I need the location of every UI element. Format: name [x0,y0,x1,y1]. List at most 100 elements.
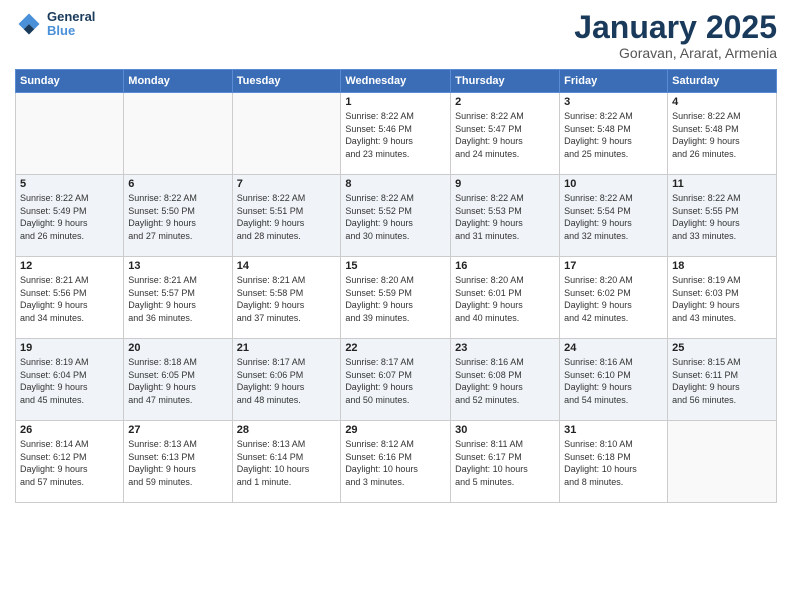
week-row-2: 5 Sunrise: 8:22 AM Sunset: 5:49 PM Daylig… [16,175,777,257]
week-row-5: 26 Sunrise: 8:14 AM Sunset: 6:12 PM Dayli… [16,421,777,503]
day-info: Sunrise: 8:22 AM Sunset: 5:49 PM Dayligh… [20,192,119,242]
title-block: January 2025 Goravan, Ararat, Armenia [574,10,777,61]
day-info: Sunrise: 8:20 AM Sunset: 5:59 PM Dayligh… [345,274,446,324]
day-info: Sunrise: 8:22 AM Sunset: 5:51 PM Dayligh… [237,192,337,242]
day-number: 6 [128,178,227,190]
weekday-saturday: Saturday [668,70,777,93]
day-number: 26 [20,424,119,436]
day-cell: 16Sunrise: 8:20 AM Sunset: 6:01 PM Dayli… [451,257,560,339]
weekday-sunday: Sunday [16,70,124,93]
day-cell: 1 Sunrise: 8:22 AM Sunset: 5:46 PM Daylig… [341,93,451,175]
day-number: 20 [128,342,227,354]
day-cell: 24 Sunrise: 8:16 AM Sunset: 6:10 PM Dayli… [560,339,668,421]
day-number: 9 [455,178,555,190]
logo: General Blue [15,10,95,39]
day-info: Sunrise: 8:15 AM Sunset: 6:11 PM Dayligh… [672,356,772,406]
day-number: 2 [455,96,555,108]
day-cell: 18 Sunrise: 8:19 AM Sunset: 6:03 PM Dayli… [668,257,777,339]
day-cell: 5 Sunrise: 8:22 AM Sunset: 5:49 PM Daylig… [16,175,124,257]
day-info: Sunrise: 8:22 AM Sunset: 5:55 PM Dayligh… [672,192,772,242]
day-number: 18 [672,260,772,272]
day-cell [16,93,124,175]
day-cell: 10 Sunrise: 8:22 AM Sunset: 5:54 PM Dayli… [560,175,668,257]
day-cell: 27 Sunrise: 8:13 AM Sunset: 6:13 PM Dayli… [124,421,232,503]
day-cell: 7 Sunrise: 8:22 AM Sunset: 5:51 PM Daylig… [232,175,341,257]
day-cell: 28 Sunrise: 8:13 AM Sunset: 6:14 PM Dayli… [232,421,341,503]
day-info: Sunrise: 8:13 AM Sunset: 6:13 PM Dayligh… [128,438,227,488]
day-cell: 25 Sunrise: 8:15 AM Sunset: 6:11 PM Dayli… [668,339,777,421]
day-cell: 21 Sunrise: 8:17 AM Sunset: 6:06 PM Dayli… [232,339,341,421]
day-info: Sunrise: 8:21 AM Sunset: 5:57 PM Dayligh… [128,274,227,324]
week-row-3: 12 Sunrise: 8:21 AM Sunset: 5:56 PM Dayli… [16,257,777,339]
day-cell: 30Sunrise: 8:11 AM Sunset: 6:17 PM Dayli… [451,421,560,503]
day-number: 22 [345,342,446,354]
day-number: 15 [345,260,446,272]
week-row-1: 1 Sunrise: 8:22 AM Sunset: 5:46 PM Daylig… [16,93,777,175]
day-cell: 9Sunrise: 8:22 AM Sunset: 5:53 PM Daylig… [451,175,560,257]
day-number: 28 [237,424,337,436]
day-number: 14 [237,260,337,272]
day-info: Sunrise: 8:17 AM Sunset: 6:06 PM Dayligh… [237,356,337,406]
day-number: 7 [237,178,337,190]
weekday-thursday: Thursday [451,70,560,93]
day-info: Sunrise: 8:22 AM Sunset: 5:54 PM Dayligh… [564,192,663,242]
logo-text: General Blue [47,10,95,39]
day-info: Sunrise: 8:22 AM Sunset: 5:52 PM Dayligh… [345,192,446,242]
day-info: Sunrise: 8:19 AM Sunset: 6:03 PM Dayligh… [672,274,772,324]
weekday-monday: Monday [124,70,232,93]
day-info: Sunrise: 8:21 AM Sunset: 5:58 PM Dayligh… [237,274,337,324]
logo-icon [15,10,43,38]
day-cell: 2 Sunrise: 8:22 AM Sunset: 5:47 PM Daylig… [451,93,560,175]
day-number: 17 [564,260,663,272]
day-cell: 13 Sunrise: 8:21 AM Sunset: 5:57 PM Dayli… [124,257,232,339]
day-info: Sunrise: 8:22 AM Sunset: 5:46 PM Dayligh… [345,110,446,160]
day-number: 12 [20,260,119,272]
calendar: SundayMondayTuesdayWednesdayThursdayFrid… [15,69,777,503]
day-number: 13 [128,260,227,272]
day-number: 1 [345,96,446,108]
day-info: Sunrise: 8:16 AM Sunset: 6:10 PM Dayligh… [564,356,663,406]
day-number: 5 [20,178,119,190]
weekday-header-row: SundayMondayTuesdayWednesdayThursdayFrid… [16,70,777,93]
day-cell: 29Sunrise: 8:12 AM Sunset: 6:16 PM Dayli… [341,421,451,503]
day-info: Sunrise: 8:10 AM Sunset: 6:18 PM Dayligh… [564,438,663,488]
day-number: 23 [455,342,555,354]
day-cell: 17Sunrise: 8:20 AM Sunset: 6:02 PM Dayli… [560,257,668,339]
day-cell: 22 Sunrise: 8:17 AM Sunset: 6:07 PM Dayli… [341,339,451,421]
day-cell: 11 Sunrise: 8:22 AM Sunset: 5:55 PM Dayli… [668,175,777,257]
day-info: Sunrise: 8:22 AM Sunset: 5:50 PM Dayligh… [128,192,227,242]
month-title: January 2025 [574,10,777,45]
day-cell: 3 Sunrise: 8:22 AM Sunset: 5:48 PM Daylig… [560,93,668,175]
day-info: Sunrise: 8:18 AM Sunset: 6:05 PM Dayligh… [128,356,227,406]
day-cell [668,421,777,503]
day-number: 30 [455,424,555,436]
day-number: 24 [564,342,663,354]
day-info: Sunrise: 8:13 AM Sunset: 6:14 PM Dayligh… [237,438,337,488]
weekday-friday: Friday [560,70,668,93]
day-number: 21 [237,342,337,354]
day-number: 10 [564,178,663,190]
day-info: Sunrise: 8:22 AM Sunset: 5:48 PM Dayligh… [672,110,772,160]
day-cell: 14 Sunrise: 8:21 AM Sunset: 5:58 PM Dayli… [232,257,341,339]
day-info: Sunrise: 8:17 AM Sunset: 6:07 PM Dayligh… [345,356,446,406]
day-number: 16 [455,260,555,272]
day-number: 27 [128,424,227,436]
day-cell: 4Sunrise: 8:22 AM Sunset: 5:48 PM Daylig… [668,93,777,175]
header: General Blue January 2025 Goravan, Arara… [15,10,777,61]
weekday-wednesday: Wednesday [341,70,451,93]
day-number: 31 [564,424,663,436]
day-cell [232,93,341,175]
logo-line1: General [47,10,95,24]
weekday-tuesday: Tuesday [232,70,341,93]
day-info: Sunrise: 8:14 AM Sunset: 6:12 PM Dayligh… [20,438,119,488]
day-info: Sunrise: 8:22 AM Sunset: 5:48 PM Dayligh… [564,110,663,160]
day-number: 3 [564,96,663,108]
day-info: Sunrise: 8:22 AM Sunset: 5:47 PM Dayligh… [455,110,555,160]
day-info: Sunrise: 8:21 AM Sunset: 5:56 PM Dayligh… [20,274,119,324]
day-info: Sunrise: 8:16 AM Sunset: 6:08 PM Dayligh… [455,356,555,406]
week-row-4: 19Sunrise: 8:19 AM Sunset: 6:04 PM Dayli… [16,339,777,421]
day-number: 25 [672,342,772,354]
day-number: 11 [672,178,772,190]
day-cell: 8Sunrise: 8:22 AM Sunset: 5:52 PM Daylig… [341,175,451,257]
day-cell: 15 Sunrise: 8:20 AM Sunset: 5:59 PM Dayli… [341,257,451,339]
